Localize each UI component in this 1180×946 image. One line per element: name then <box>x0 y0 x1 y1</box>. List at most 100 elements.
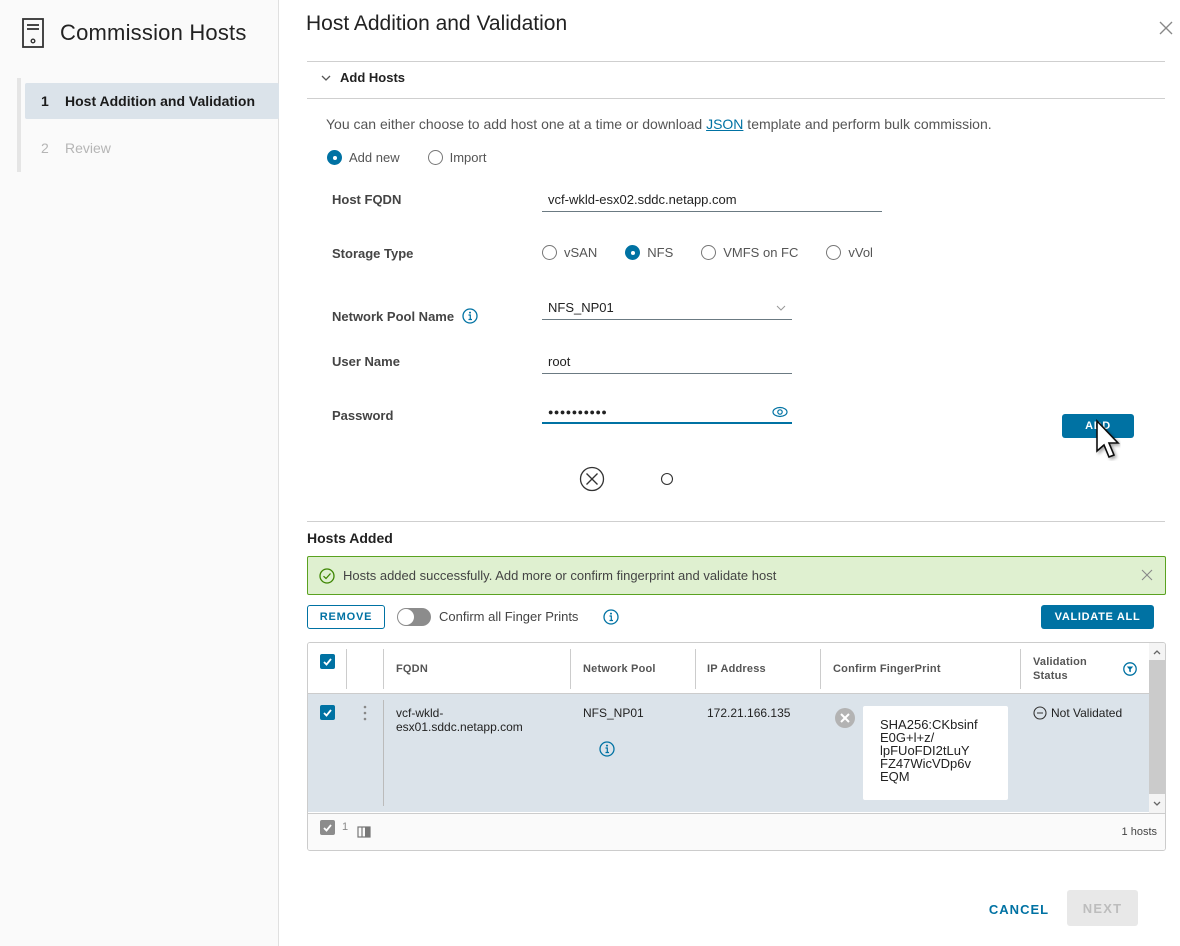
page-title: Host Addition and Validation <box>306 12 568 35</box>
scrollbar-thumb[interactable] <box>1149 660 1165 794</box>
hosts-added-heading: Hosts Added <box>307 530 393 546</box>
cell-ip-address: 172.21.166.135 <box>707 706 791 720</box>
cell-validation-status: Not Validated <box>1033 706 1122 720</box>
radio-label: vVol <box>848 245 873 260</box>
radio-selected-icon <box>625 245 641 260</box>
hosts-table: FQDN Network Pool IP Address Confirm Fin… <box>307 642 1166 851</box>
table-footer: 1 1 hosts <box>308 813 1165 850</box>
cell-fqdn: vcf-wkld- esx01.sddc.netapp.com <box>396 706 523 734</box>
wizard-title-text: Commission Hosts <box>60 20 247 45</box>
storage-type-label: Storage Type <box>332 246 414 261</box>
select-all-checkbox[interactable] <box>320 654 335 669</box>
intro-text: You can either choose to add host one at… <box>326 116 992 132</box>
mode-radio-group: Add new Import <box>327 150 486 165</box>
fqdn-line: esx01.sddc.netapp.com <box>396 720 523 734</box>
user-name-input[interactable]: root <box>542 354 792 374</box>
info-icon[interactable] <box>603 609 619 625</box>
radio-label: NFS <box>647 245 674 260</box>
radio-label: Import <box>449 150 487 165</box>
validate-all-button[interactable]: VALIDATE ALL <box>1041 605 1154 629</box>
validation-status-text: Not Validated <box>1051 706 1123 720</box>
eye-icon[interactable] <box>772 406 788 418</box>
password-mask: ●●●●●●●●●● <box>548 407 608 417</box>
minus-circle-icon <box>1033 706 1047 720</box>
radio-vvol[interactable]: vVol <box>826 245 873 260</box>
check-icon <box>323 709 332 717</box>
step-number: 1 <box>41 93 49 109</box>
check-circle-icon <box>319 567 335 584</box>
step-host-addition[interactable]: 1 Host Addition and Validation <box>25 83 279 119</box>
check-icon <box>323 658 332 666</box>
success-alert: Hosts added successfully. Add more or co… <box>307 556 1166 595</box>
close-icon[interactable] <box>1141 569 1153 581</box>
radio-import[interactable]: Import <box>427 150 487 165</box>
add-hosts-accordion[interactable]: Add Hosts <box>320 70 405 85</box>
column-separator <box>570 649 571 689</box>
password-input[interactable]: ●●●●●●●●●● <box>542 406 792 424</box>
radio-unselected-icon <box>427 150 443 165</box>
info-icon[interactable] <box>599 741 615 757</box>
server-icon <box>22 18 44 48</box>
network-pool-label-text: Network Pool Name <box>332 308 455 324</box>
radio-unselected-icon <box>542 245 557 260</box>
radio-label: VMFS on FC <box>723 245 799 260</box>
info-icon[interactable] <box>462 308 478 324</box>
cancel-button[interactable]: CANCEL <box>986 898 1052 920</box>
row-checkbox[interactable] <box>320 705 335 720</box>
selected-count: 1 <box>342 821 349 833</box>
wizard-sidebar: Commission Hosts 1 Host Addition and Val… <box>0 0 279 946</box>
remove-button[interactable]: REMOVE <box>307 605 385 629</box>
column-header-ip-address[interactable]: IP Address <box>707 643 766 694</box>
scroll-down-icon[interactable] <box>1152 799 1162 809</box>
radio-label: Add new <box>349 150 400 165</box>
json-template-link[interactable]: JSON <box>706 116 743 132</box>
column-header-network-pool[interactable]: Network Pool <box>583 643 656 694</box>
chevron-down-icon <box>321 75 331 81</box>
column-header-fqdn[interactable]: FQDN <box>396 643 428 694</box>
radio-selected-icon <box>327 150 342 165</box>
password-label: Password <box>332 408 394 423</box>
chevron-down-icon <box>776 305 786 311</box>
network-pool-value: NFS_NP01 <box>548 300 614 315</box>
divider <box>307 521 1165 522</box>
hosts-count: 1 hosts <box>1121 826 1157 838</box>
wizard-steps: 1 Host Addition and Validation 2 Review <box>17 78 279 172</box>
network-pool-select[interactable]: NFS_NP01 <box>542 300 792 320</box>
fingerprint-value: SHA256:CKbsinf E0G+l+z/ lpFUoFDI2tLuY FZ… <box>863 706 1008 800</box>
fqdn-line: vcf-wkld- <box>396 706 444 720</box>
host-fqdn-input[interactable]: vcf-wkld-esx02.sddc.netapp.com <box>542 192 882 212</box>
divider <box>307 98 1165 99</box>
add-button[interactable]: ADD <box>1062 414 1134 438</box>
radio-vsan[interactable]: vSAN <box>542 245 597 260</box>
network-pool-label: Network Pool Name <box>332 308 478 324</box>
column-separator <box>1020 649 1021 689</box>
clear-circle-icon[interactable] <box>579 466 605 492</box>
table-row[interactable]: vcf-wkld- esx01.sddc.netapp.com NFS_NP01… <box>308 694 1149 812</box>
step-label: Host Addition and Validation <box>65 93 256 109</box>
close-icon[interactable] <box>1158 20 1174 36</box>
select-all-cell <box>320 643 335 694</box>
step-label: Review <box>65 140 111 156</box>
fingerprint-line: EQM <box>880 769 910 784</box>
host-fqdn-label: Host FQDN <box>332 192 402 207</box>
radio-nfs[interactable]: NFS <box>625 245 673 260</box>
table-scrollbar[interactable] <box>1149 643 1165 813</box>
radio-vmfs-on-fc[interactable]: VMFS on FC <box>701 245 798 260</box>
radio-add-new[interactable]: Add new <box>327 150 400 165</box>
step-number: 2 <box>41 140 49 156</box>
confirm-fingerprints-toggle[interactable] <box>397 608 431 626</box>
alert-text: Hosts added successfully. Add more or co… <box>343 568 777 583</box>
radio-unselected-icon <box>826 245 842 260</box>
column-header-fingerprint[interactable]: Confirm FingerPrint <box>833 643 941 694</box>
radio-label: vSAN <box>564 245 598 260</box>
storage-type-radio-group: vSAN NFS VMFS on FC vVol <box>542 245 901 260</box>
spinner-circle-icon <box>660 472 674 486</box>
table-header: FQDN Network Pool IP Address Confirm Fin… <box>308 643 1149 694</box>
divider <box>307 61 1165 62</box>
column-header-validation-status[interactable]: Validation Status <box>1033 643 1097 694</box>
reject-fingerprint-icon[interactable] <box>834 707 856 729</box>
row-actions-kebab-icon[interactable] <box>362 704 368 722</box>
scroll-up-icon[interactable] <box>1152 647 1162 657</box>
column-toggle-icon[interactable] <box>357 826 371 838</box>
filter-icon[interactable] <box>1123 662 1137 676</box>
